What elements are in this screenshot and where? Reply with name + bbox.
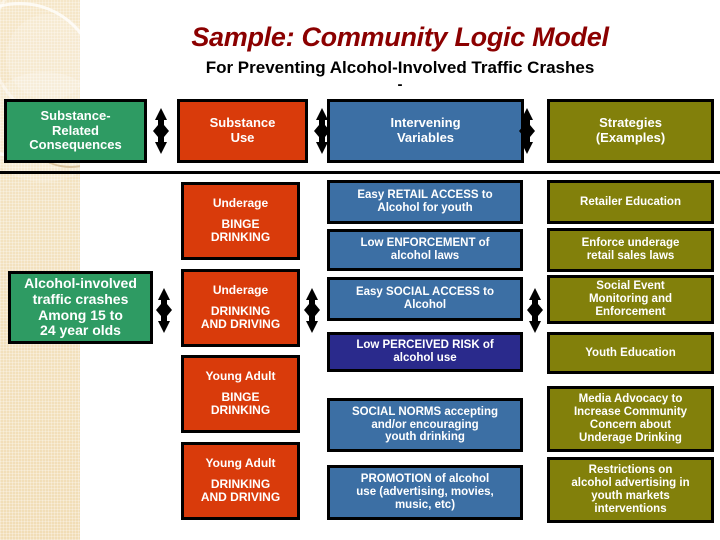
page-subtitle: For Preventing Alcohol-Involved Traffic … xyxy=(205,58,595,77)
box-line: music, etc) xyxy=(394,498,456,511)
strategy-box-youth-education: Youth Education xyxy=(547,332,714,374)
header-line: Substance- xyxy=(40,108,111,124)
box-line: alcohol advertising in xyxy=(571,477,690,490)
header-box-substance-use: Substance Use xyxy=(177,99,308,163)
substance-use-box-young-adult-drinking-and-driving: Young Adult DRINKING AND DRIVING xyxy=(181,442,300,520)
box-line: DRINKING xyxy=(210,230,271,245)
box-line: Low ENFORCEMENT of xyxy=(360,237,490,250)
header-line: Substance xyxy=(209,115,276,131)
strategy-box-media-advocacy: Media Advocacy to Increase Community Con… xyxy=(547,386,714,452)
header-box-substance-related-consequences: Substance- Related Consequences xyxy=(4,99,147,163)
page-subtitle-dash: - xyxy=(397,76,403,93)
box-line: 24 year olds xyxy=(40,322,121,339)
box-line: alcohol laws xyxy=(390,250,460,262)
box-line: Media Advocacy to xyxy=(578,393,683,406)
strategy-box-restrictions-on-alcohol-advertising: Restrictions on alcohol advertising in y… xyxy=(547,457,714,523)
box-line: Alcohol xyxy=(403,299,447,311)
box-line: Low PERCEIVED RISK of xyxy=(356,339,494,352)
decorative-side-panel xyxy=(0,0,80,540)
intervening-box-easy-retail-access: Easy RETAIL ACCESS to Alcohol for youth xyxy=(327,180,523,224)
box-line: Easy SOCIAL ACCESS to xyxy=(355,286,495,299)
box-line: BINGE xyxy=(221,216,260,231)
box-line: DRINKING xyxy=(210,476,271,491)
box-line: BINGE xyxy=(221,389,260,404)
header-box-intervening-variables: Intervening Variables xyxy=(327,99,524,163)
box-line: Young Adult xyxy=(205,456,276,471)
box-line: AND DRIVING xyxy=(200,490,281,505)
intervening-box-promotion-of-alcohol-use: PROMOTION of alcohol use (advertising, m… xyxy=(327,465,523,520)
box-line: Alcohol for youth xyxy=(377,202,473,214)
intervening-box-easy-social-access: Easy SOCIAL ACCESS to Alcohol xyxy=(327,277,523,321)
box-line: Underage xyxy=(212,283,269,298)
box-line: use (advertising, movies, xyxy=(356,486,494,499)
box-line: AND DRIVING xyxy=(200,317,281,332)
box-line: Retailer Education xyxy=(580,195,681,208)
double-headed-vertical-arrow-icon xyxy=(301,288,323,333)
double-headed-vertical-arrow-icon xyxy=(524,288,546,333)
box-line: Alcohol-involved xyxy=(24,275,137,291)
intervening-box-low-perceived-risk: Low PERCEIVED RISK of alcohol use xyxy=(327,332,523,372)
double-headed-vertical-arrow-icon xyxy=(153,288,175,333)
box-line: youth markets xyxy=(591,490,670,502)
box-line: Increase Community xyxy=(573,406,688,419)
header-line: Intervening xyxy=(390,115,461,131)
page-title: Sample: Community Logic Model xyxy=(191,22,609,52)
box-line: Young Adult xyxy=(205,369,276,384)
double-headed-vertical-arrow-icon xyxy=(516,108,538,154)
box-line: Monitoring and xyxy=(588,293,673,306)
substance-use-box-young-adult-binge-drinking: Young Adult BINGE DRINKING xyxy=(181,355,300,433)
box-line: PROMOTION of alcohol xyxy=(360,473,490,486)
intervening-box-low-enforcement: Low ENFORCEMENT of alcohol laws xyxy=(327,229,523,271)
header-line: Use xyxy=(230,130,255,145)
header-line: Strategies xyxy=(599,115,662,131)
substance-use-box-underage-drinking-and-driving: Underage DRINKING AND DRIVING xyxy=(181,269,300,347)
consequence-box-alcohol-involved-traffic-crashes: Alcohol-involved traffic crashes Among 1… xyxy=(8,271,153,344)
box-line: Enforce underage xyxy=(581,237,680,250)
header-line: (Examples) xyxy=(595,130,666,145)
box-line: Among 15 to xyxy=(38,306,123,323)
box-line: Concern about xyxy=(589,419,672,431)
horizontal-divider xyxy=(0,171,720,174)
box-line: Enforcement xyxy=(595,305,666,318)
box-line: and/or encouraging xyxy=(371,418,479,431)
box-line: Youth Education xyxy=(585,346,676,359)
box-line: interventions xyxy=(594,502,667,515)
box-line: DRINKING xyxy=(210,403,271,418)
strategy-box-retailer-education: Retailer Education xyxy=(547,180,714,224)
box-line: Easy RETAIL ACCESS to xyxy=(357,189,493,202)
header-line: Consequences xyxy=(29,137,122,153)
header-line: Related xyxy=(52,122,99,138)
strategy-box-social-event-monitoring: Social Event Monitoring and Enforcement xyxy=(547,275,714,324)
box-line: traffic crashes xyxy=(32,290,129,307)
header-box-strategies: Strategies (Examples) xyxy=(547,99,714,163)
substance-use-box-underage-binge-drinking: Underage BINGE DRINKING xyxy=(181,182,300,260)
box-line: youth drinking xyxy=(385,431,465,444)
box-line: Underage Drinking xyxy=(579,431,682,444)
box-line: Social Event xyxy=(596,280,665,293)
double-headed-vertical-arrow-icon xyxy=(311,108,333,154)
box-line: Underage xyxy=(212,196,269,211)
box-line: SOCIAL NORMS accepting xyxy=(351,405,499,418)
box-line: retail sales laws xyxy=(586,250,675,262)
box-line: alcohol use xyxy=(393,352,457,364)
double-headed-vertical-arrow-icon xyxy=(150,108,172,154)
intervening-box-social-norms: SOCIAL NORMS accepting and/or encouragin… xyxy=(327,398,523,452)
box-line: DRINKING xyxy=(210,303,271,318)
box-line: Restrictions on xyxy=(588,464,673,477)
header-line: Variables xyxy=(396,130,455,145)
strategy-box-enforce-underage-retail-sales-laws: Enforce underage retail sales laws xyxy=(547,228,714,272)
